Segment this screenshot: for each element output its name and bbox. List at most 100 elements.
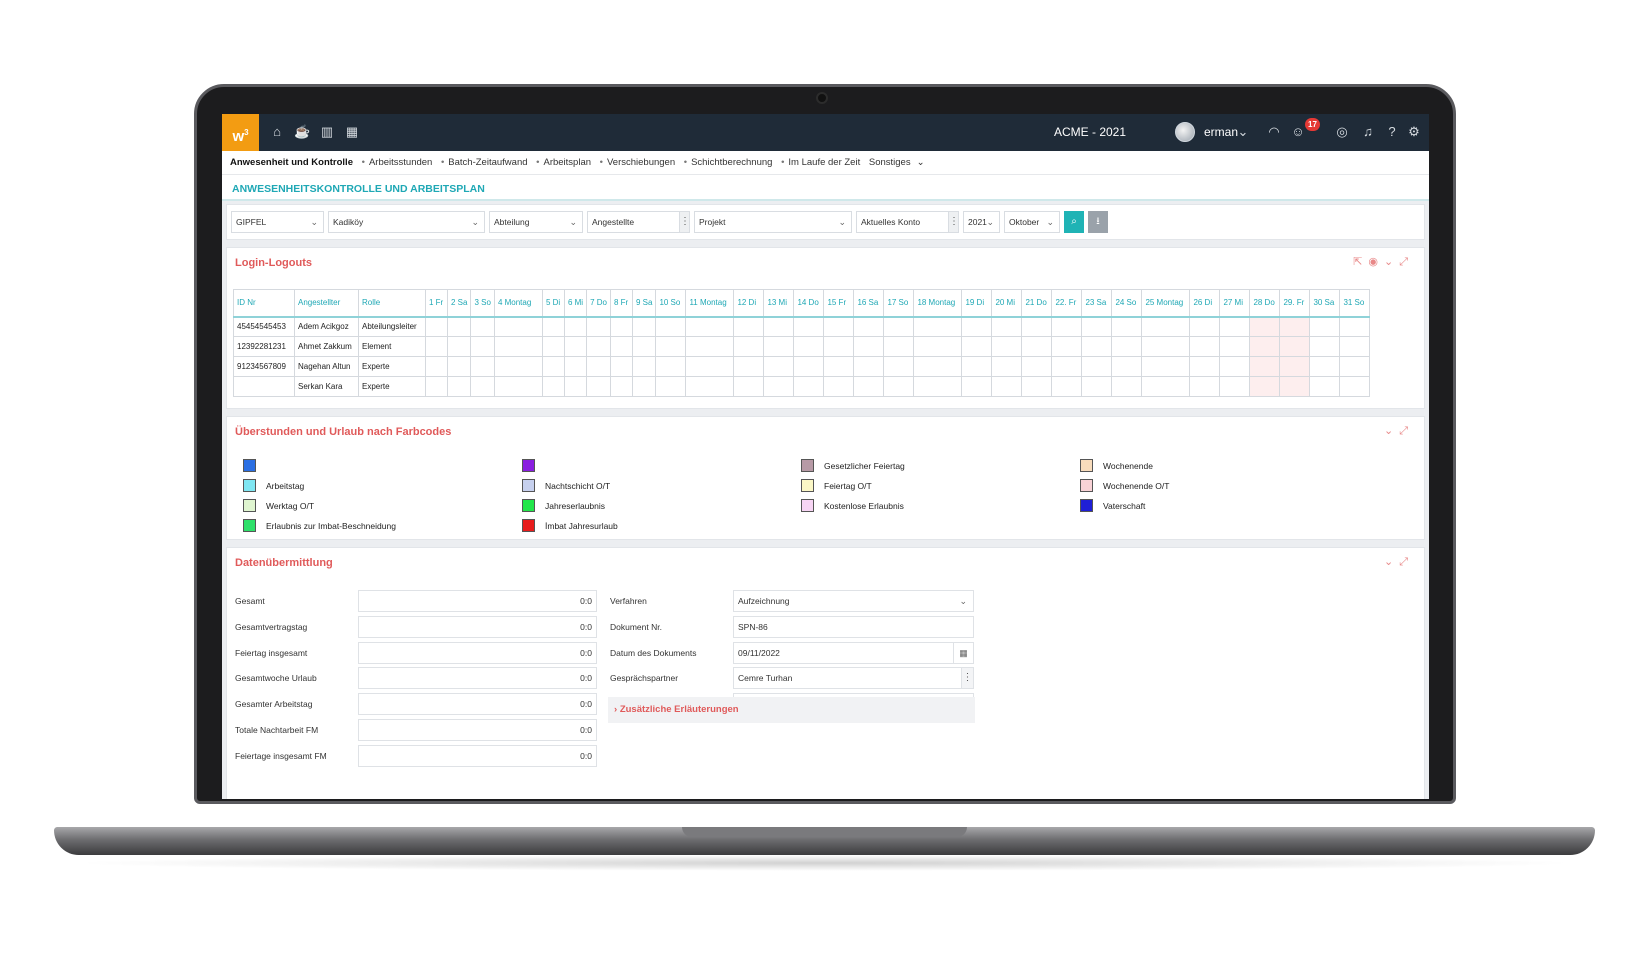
day-column-header[interactable]: 11 Montag: [685, 289, 735, 318]
avatar[interactable]: [1175, 122, 1195, 142]
day-cell[interactable]: [685, 376, 735, 397]
bell-icon[interactable]: ♫: [1360, 124, 1376, 140]
column-header[interactable]: Rolle: [358, 289, 426, 318]
day-cell[interactable]: [446, 376, 472, 397]
day-cell[interactable]: [586, 376, 611, 397]
day-cell[interactable]: [586, 356, 611, 377]
day-column-header[interactable]: 23 Sa: [1081, 289, 1113, 318]
chevron-down-icon[interactable]: ⌄: [1384, 425, 1399, 437]
day-column-header[interactable]: 27 Mi: [1219, 289, 1251, 318]
export-icon[interactable]: ⇱: [1353, 256, 1368, 268]
day-cell[interactable]: [823, 376, 855, 397]
day-cell[interactable]: [1279, 316, 1311, 337]
day-cell[interactable]: [1111, 316, 1143, 337]
day-cell[interactable]: [446, 356, 472, 377]
day-cell[interactable]: [1189, 336, 1221, 357]
day-cell[interactable]: [541, 356, 565, 377]
day-column-header[interactable]: 31 So: [1339, 289, 1371, 318]
day-cell[interactable]: [1189, 356, 1221, 377]
day-column-header[interactable]: 16 Sa: [853, 289, 885, 318]
day-cell[interactable]: [961, 316, 993, 337]
day-column-header[interactable]: 14 Do: [793, 289, 825, 318]
day-cell[interactable]: [1309, 376, 1341, 397]
department-select[interactable]: Abteilung ⌄: [489, 211, 583, 233]
day-cell[interactable]: [446, 336, 472, 357]
day-cell[interactable]: [853, 336, 885, 357]
day-cell[interactable]: [1339, 356, 1371, 377]
day-cell[interactable]: [823, 316, 855, 337]
day-cell[interactable]: [1051, 336, 1083, 357]
branch-select[interactable]: Kadiköy ⌄: [328, 211, 485, 233]
day-cell[interactable]: [1021, 336, 1053, 357]
day-column-header[interactable]: 30 Sa: [1309, 289, 1341, 318]
day-column-header[interactable]: 1 Fr: [425, 289, 448, 318]
day-cell[interactable]: [1339, 376, 1371, 397]
day-column-header[interactable]: 18 Montag: [913, 289, 963, 318]
help-icon[interactable]: ?: [1384, 124, 1400, 140]
day-cell[interactable]: [446, 316, 472, 337]
day-cell[interactable]: [1081, 356, 1113, 377]
day-column-header[interactable]: 19 Di: [961, 289, 993, 318]
chart-icon[interactable]: ▥: [319, 124, 335, 140]
day-column-header[interactable]: 12 Di: [733, 289, 765, 318]
expand-icon[interactable]: ⤢: [1399, 256, 1414, 268]
expand-icon[interactable]: ⤢: [1399, 556, 1414, 568]
additional-notes-toggle[interactable]: › Zusätzliche Erläuterungen: [608, 697, 975, 723]
day-cell[interactable]: [883, 336, 915, 357]
day-cell[interactable]: [425, 356, 448, 377]
year-select[interactable]: 2021 ⌄: [963, 211, 1000, 233]
company-selector[interactable]: ACME - 2021: [1054, 125, 1126, 139]
day-cell[interactable]: [1219, 316, 1251, 337]
day-cell[interactable]: [563, 336, 588, 357]
day-cell[interactable]: [470, 316, 495, 337]
day-cell[interactable]: [883, 356, 915, 377]
day-cell[interactable]: [1051, 376, 1083, 397]
day-cell[interactable]: [470, 356, 495, 377]
day-cell[interactable]: [961, 376, 993, 397]
day-cell[interactable]: [586, 336, 611, 357]
day-cell[interactable]: [563, 316, 588, 337]
day-cell[interactable]: [609, 316, 633, 337]
search-button[interactable]: ⌕: [1064, 211, 1084, 233]
day-cell[interactable]: [631, 316, 657, 337]
day-cell[interactable]: [1309, 356, 1341, 377]
total-field[interactable]: 0:0: [358, 744, 597, 767]
breadcrumb-item[interactable]: Schichtberechnung: [691, 157, 772, 168]
column-header[interactable]: Angestellter: [294, 289, 359, 318]
day-cell[interactable]: [631, 336, 657, 357]
day-cell[interactable]: [425, 376, 448, 397]
day-cell[interactable]: [1141, 316, 1191, 337]
breadcrumb-item[interactable]: Verschiebungen: [607, 157, 675, 168]
day-cell[interactable]: [1021, 356, 1053, 377]
day-cell[interactable]: [1141, 356, 1191, 377]
day-cell[interactable]: [793, 316, 825, 337]
chevron-down-icon[interactable]: ⌄: [1384, 556, 1399, 568]
day-cell[interactable]: [1111, 356, 1143, 377]
gear-icon[interactable]: ⚙: [1406, 124, 1422, 140]
day-column-header[interactable]: 10 So: [655, 289, 687, 318]
day-column-header[interactable]: 20 Mi: [991, 289, 1023, 318]
more-icon[interactable]: ⋮: [961, 668, 973, 689]
day-cell[interactable]: [991, 376, 1023, 397]
total-field[interactable]: 0:0: [358, 693, 597, 716]
day-column-header[interactable]: 7 Do: [586, 289, 611, 318]
day-cell[interactable]: [685, 336, 735, 357]
table-row[interactable]: 12392281231 Ahmet Zakkum Element: [233, 336, 1371, 357]
total-field[interactable]: 0:0: [358, 667, 597, 690]
day-column-header[interactable]: 13 Mi: [763, 289, 795, 318]
breadcrumb-item[interactable]: Batch-Zeitaufwand: [448, 157, 527, 168]
day-cell[interactable]: [1111, 376, 1143, 397]
expand-icon[interactable]: ⤢: [1399, 425, 1414, 437]
smiley-icon[interactable]: ☺: [1290, 124, 1306, 140]
day-cell[interactable]: [1339, 336, 1371, 357]
day-cell[interactable]: [425, 316, 448, 337]
day-column-header[interactable]: 24 So: [1111, 289, 1143, 318]
day-cell[interactable]: [425, 336, 448, 357]
employee-lookup[interactable]: Angestellte ⋮: [587, 211, 690, 233]
month-select[interactable]: Oktober ⌄: [1004, 211, 1060, 233]
day-cell[interactable]: [1309, 336, 1341, 357]
day-cell[interactable]: [1081, 336, 1113, 357]
document-field-date[interactable]: 09/11/2022 ▦: [733, 641, 974, 664]
total-field[interactable]: 0:0: [358, 615, 597, 638]
day-cell[interactable]: [493, 356, 543, 377]
